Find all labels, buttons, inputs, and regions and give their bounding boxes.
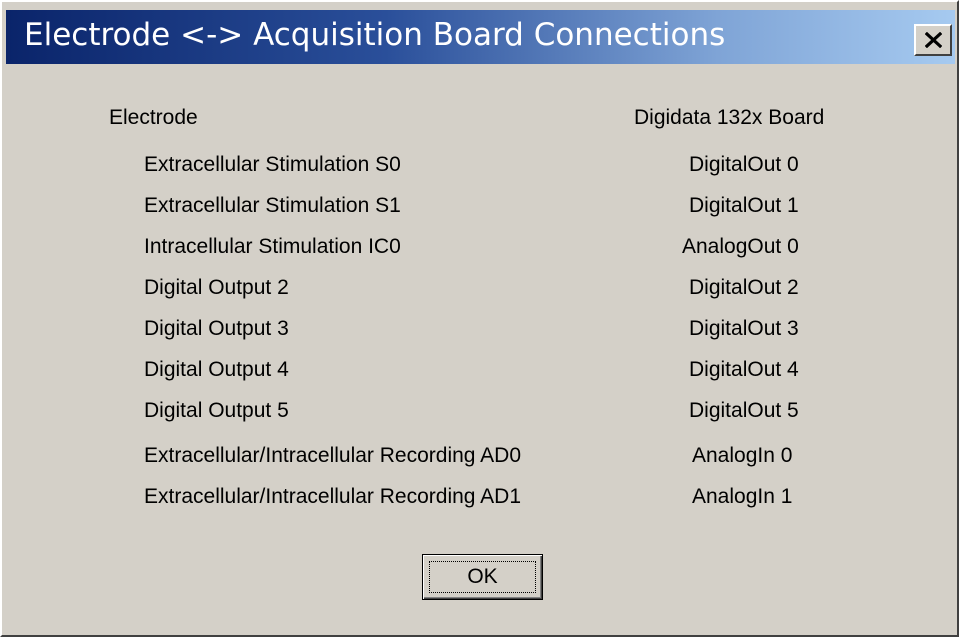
electrode-label-digital-output-4: Digital Output 4 xyxy=(144,358,289,381)
board-column-header: Digidata 132x Board xyxy=(634,106,825,129)
window-title: Electrode <-> Acquisition Board Connecti… xyxy=(24,17,726,53)
board-channel-digitalout-2: DigitalOut 2 xyxy=(689,276,799,299)
title-bar[interactable]: Electrode <-> Acquisition Board Connecti… xyxy=(6,10,955,64)
electrode-label-ad1: Extracellular/Intracellular Recording AD… xyxy=(144,485,522,508)
electrode-label-s1: Extracellular Stimulation S1 xyxy=(144,194,401,217)
ok-button[interactable]: OK xyxy=(422,554,543,600)
electrode-label-digital-output-5: Digital Output 5 xyxy=(144,399,289,422)
electrode-label-s0: Extracellular Stimulation S0 xyxy=(144,153,401,176)
electrode-label-ic0: Intracellular Stimulation IC0 xyxy=(144,235,401,258)
board-channel-digitalout-5: DigitalOut 5 xyxy=(689,399,799,422)
board-channel-analogin-0: AnalogIn 0 xyxy=(692,444,793,467)
electrode-label-digital-output-2: Digital Output 2 xyxy=(144,276,289,299)
ok-button-label: OK xyxy=(467,565,498,588)
close-icon xyxy=(925,32,942,48)
board-channel-digitalout-0: DigitalOut 0 xyxy=(689,153,799,176)
board-channel-analogout-0: AnalogOut 0 xyxy=(682,235,799,258)
board-channel-analogin-1: AnalogIn 1 xyxy=(692,485,793,508)
board-channel-digitalout-4: DigitalOut 4 xyxy=(689,358,799,381)
connections-dialog: Electrode <-> Acquisition Board Connecti… xyxy=(0,0,959,637)
close-button[interactable] xyxy=(914,24,952,56)
board-channel-digitalout-3: DigitalOut 3 xyxy=(689,317,799,340)
board-channel-digitalout-1: DigitalOut 1 xyxy=(689,194,799,217)
electrode-label-digital-output-3: Digital Output 3 xyxy=(144,317,289,340)
electrode-column-header: Electrode xyxy=(109,106,198,129)
electrode-label-ad0: Extracellular/Intracellular Recording AD… xyxy=(144,444,522,467)
